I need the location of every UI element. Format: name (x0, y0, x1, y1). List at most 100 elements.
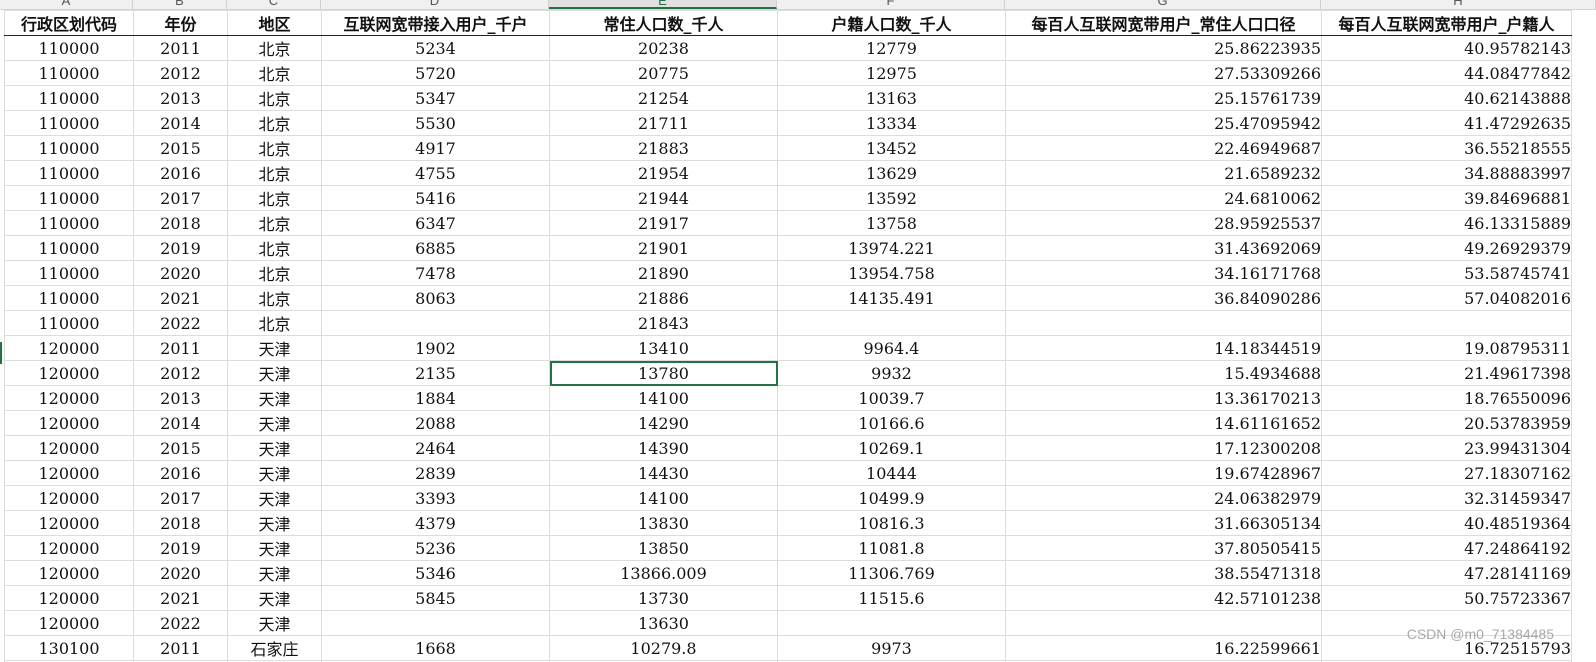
cell[interactable]: 14290 (549, 410, 778, 436)
cell[interactable]: 21944 (549, 185, 778, 211)
cell[interactable]: 15.4934688 (1005, 360, 1322, 386)
cell[interactable]: 2014 (133, 110, 228, 136)
cell[interactable]: 北京 (227, 110, 322, 136)
cell[interactable]: 10444 (777, 460, 1006, 486)
column-letter-d[interactable]: D (321, 0, 549, 9)
cell[interactable]: 天津 (227, 535, 322, 561)
cell[interactable]: 120000 (4, 435, 134, 461)
cell[interactable]: 北京 (227, 260, 322, 286)
column-header-cell[interactable]: 互联网宽带接入用户_千户 (321, 10, 550, 36)
column-header-cell[interactable]: 每百人互联网宽带用户_户籍人 (1321, 10, 1572, 36)
cell[interactable]: 50.75723367 (1321, 585, 1572, 611)
cell[interactable]: 40.48519364 (1321, 510, 1572, 536)
column-letter-a[interactable]: A (0, 0, 133, 9)
cell[interactable]: 14390 (549, 435, 778, 461)
cell[interactable]: 2839 (321, 460, 550, 486)
cell[interactable]: 8063 (321, 285, 550, 311)
cell[interactable]: 13866.009 (549, 560, 778, 586)
cell[interactable]: 20.53783959 (1321, 410, 1572, 436)
cell[interactable]: 21843 (549, 310, 778, 336)
cell[interactable]: 120000 (4, 585, 134, 611)
cell[interactable]: 21890 (549, 260, 778, 286)
cell[interactable]: 1884 (321, 385, 550, 411)
cell[interactable]: 2019 (133, 535, 228, 561)
cell[interactable]: 49.26929379 (1321, 235, 1572, 261)
cell[interactable]: 2464 (321, 435, 550, 461)
column-letter-g[interactable]: G (1005, 0, 1321, 9)
cell[interactable]: 2013 (133, 385, 228, 411)
cell[interactable]: 北京 (227, 85, 322, 111)
cell[interactable]: 34.16171768 (1005, 260, 1322, 286)
cell[interactable]: 21883 (549, 135, 778, 161)
cell[interactable]: 北京 (227, 310, 322, 336)
cell[interactable]: 2021 (133, 285, 228, 311)
cell[interactable]: 13592 (777, 185, 1006, 211)
cell[interactable]: 2018 (133, 510, 228, 536)
cell[interactable]: 34.88883997 (1321, 160, 1572, 186)
cell[interactable]: 13730 (549, 585, 778, 611)
cell[interactable]: 6347 (321, 210, 550, 236)
cell[interactable]: 北京 (227, 60, 322, 86)
cell[interactable]: 40.95782143 (1321, 35, 1572, 61)
spreadsheet[interactable]: ABCDEFGH 行政区划代码 年份 地区 互联网宽带接入用户_千户 常住人口数_千人户… (0, 0, 1596, 662)
cell[interactable]: 20775 (549, 60, 778, 86)
cell[interactable]: 5236 (321, 535, 550, 561)
cell[interactable] (777, 610, 1006, 636)
cell[interactable]: 28.95925537 (1005, 210, 1322, 236)
cell[interactable]: 120000 (4, 560, 134, 586)
cell[interactable]: 17.12300208 (1005, 435, 1322, 461)
cell[interactable]: 110000 (4, 60, 134, 86)
cell[interactable]: 130100 (4, 635, 134, 661)
cell[interactable]: 5347 (321, 85, 550, 111)
cell[interactable]: 2016 (133, 160, 228, 186)
cell[interactable]: 2022 (133, 310, 228, 336)
cell[interactable]: 2011 (133, 35, 228, 61)
cell[interactable]: 10279.8 (549, 635, 778, 661)
cell[interactable]: 北京 (227, 235, 322, 261)
cell[interactable]: 21954 (549, 160, 778, 186)
cell[interactable]: 2017 (133, 485, 228, 511)
cell[interactable]: 14.18344519 (1005, 335, 1322, 361)
cell[interactable]: 2088 (321, 410, 550, 436)
cell[interactable]: 47.28141169 (1321, 560, 1572, 586)
column-letter-f[interactable]: F (777, 0, 1005, 9)
cell[interactable]: 21917 (549, 210, 778, 236)
cell[interactable]: 53.58745741 (1321, 260, 1572, 286)
cell[interactable]: 38.55471318 (1005, 560, 1322, 586)
cell[interactable]: 14135.491 (777, 285, 1006, 311)
cell[interactable]: 13780 (549, 360, 778, 386)
cell[interactable]: 5346 (321, 560, 550, 586)
cell[interactable]: 天津 (227, 510, 322, 536)
cell[interactable]: 24.6810062 (1005, 185, 1322, 211)
cell[interactable]: 110000 (4, 235, 134, 261)
cell[interactable]: 21254 (549, 85, 778, 111)
cell[interactable]: 46.13315889 (1321, 210, 1572, 236)
cell[interactable]: 12779 (777, 35, 1006, 61)
cell[interactable]: 2011 (133, 635, 228, 661)
column-letter-e[interactable]: E (549, 0, 777, 9)
cell[interactable]: 5720 (321, 60, 550, 86)
cell[interactable]: 13452 (777, 135, 1006, 161)
cell[interactable]: 3393 (321, 485, 550, 511)
cell[interactable]: 41.47292635 (1321, 110, 1572, 136)
cell[interactable]: 5416 (321, 185, 550, 211)
cell[interactable] (1005, 610, 1322, 636)
cell[interactable]: 21.49617398 (1321, 360, 1572, 386)
cell[interactable]: 110000 (4, 260, 134, 286)
cell[interactable]: 13.36170213 (1005, 385, 1322, 411)
column-letter-b[interactable]: B (133, 0, 227, 9)
column-header-cell[interactable]: 常住人口数_千人 (549, 10, 778, 36)
cell[interactable] (321, 610, 550, 636)
cell[interactable]: 北京 (227, 185, 322, 211)
cell[interactable]: 天津 (227, 435, 322, 461)
cell[interactable]: 25.47095942 (1005, 110, 1322, 136)
cell[interactable]: 2021 (133, 585, 228, 611)
cell[interactable]: 9932 (777, 360, 1006, 386)
column-header-cell[interactable]: 地区 (227, 10, 322, 36)
cell[interactable]: 23.99431304 (1321, 435, 1572, 461)
cell[interactable]: 石家庄 (227, 635, 322, 661)
cell[interactable]: 10039.7 (777, 385, 1006, 411)
column-header-cell[interactable]: 年份 (133, 10, 228, 36)
cell[interactable]: 2135 (321, 360, 550, 386)
cell[interactable]: 2020 (133, 260, 228, 286)
